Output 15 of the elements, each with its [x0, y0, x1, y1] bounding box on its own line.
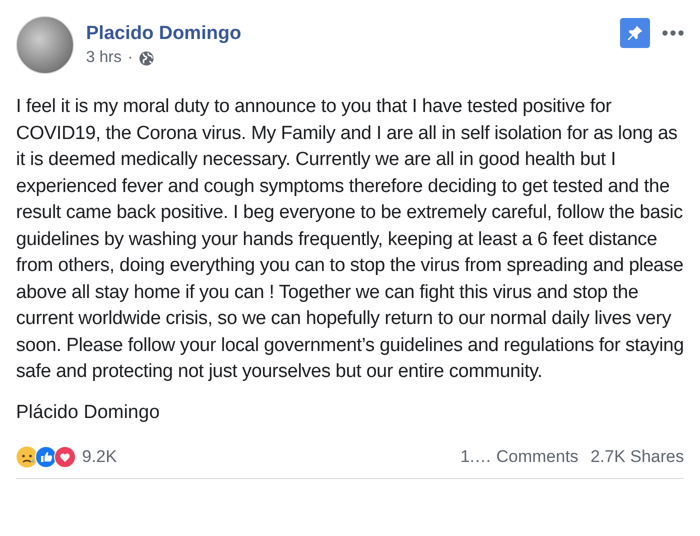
- post-text: I feel it is my moral duty to announce to you that I have tested positive for COVID19, the Corona virus. My Family and I are all in self isolation for as long as it is deemed medically necessary. Currently we are all in good health but I experienced fever and cough symptoms therefore deciding to get tested and the result came back positive. I beg everyone to be extremely careful, follow the basic guidelines by washing your hands frequently, keeping at least a 6 feet distance from others, doing everything you can to stop the virus from spreading and please above all stay home if you can ! Together we can fight this virus and stop the current worldwide crisis, so we can hopefully return to our normal daily lives very soon. Please follow your local government’s guidelines and regulations for staying safe and protecting not just yourselves but our entire community.: [16, 95, 684, 384]
- comments-count-link[interactable]: 1.… Comments: [460, 446, 578, 466]
- globe-icon: [138, 50, 154, 66]
- more-options-icon[interactable]: [662, 30, 684, 36]
- like-reaction-icon[interactable]: [35, 446, 57, 468]
- signature-text: Plácido Domingo: [16, 402, 161, 424]
- separator-dot: ·: [128, 49, 133, 67]
- sad-reaction-icon[interactable]: [16, 446, 38, 468]
- timestamp-link[interactable]: 3 hrs: [86, 49, 122, 67]
- pin-button[interactable]: [620, 18, 650, 48]
- pushpin-icon: [626, 24, 644, 42]
- author-name-link[interactable]: Placido Domingo: [86, 23, 608, 45]
- love-reaction-icon[interactable]: [54, 446, 76, 468]
- shares-count-link[interactable]: 2.7K Shares: [590, 446, 684, 466]
- reactions-count-link[interactable]: 9.2K: [82, 446, 117, 466]
